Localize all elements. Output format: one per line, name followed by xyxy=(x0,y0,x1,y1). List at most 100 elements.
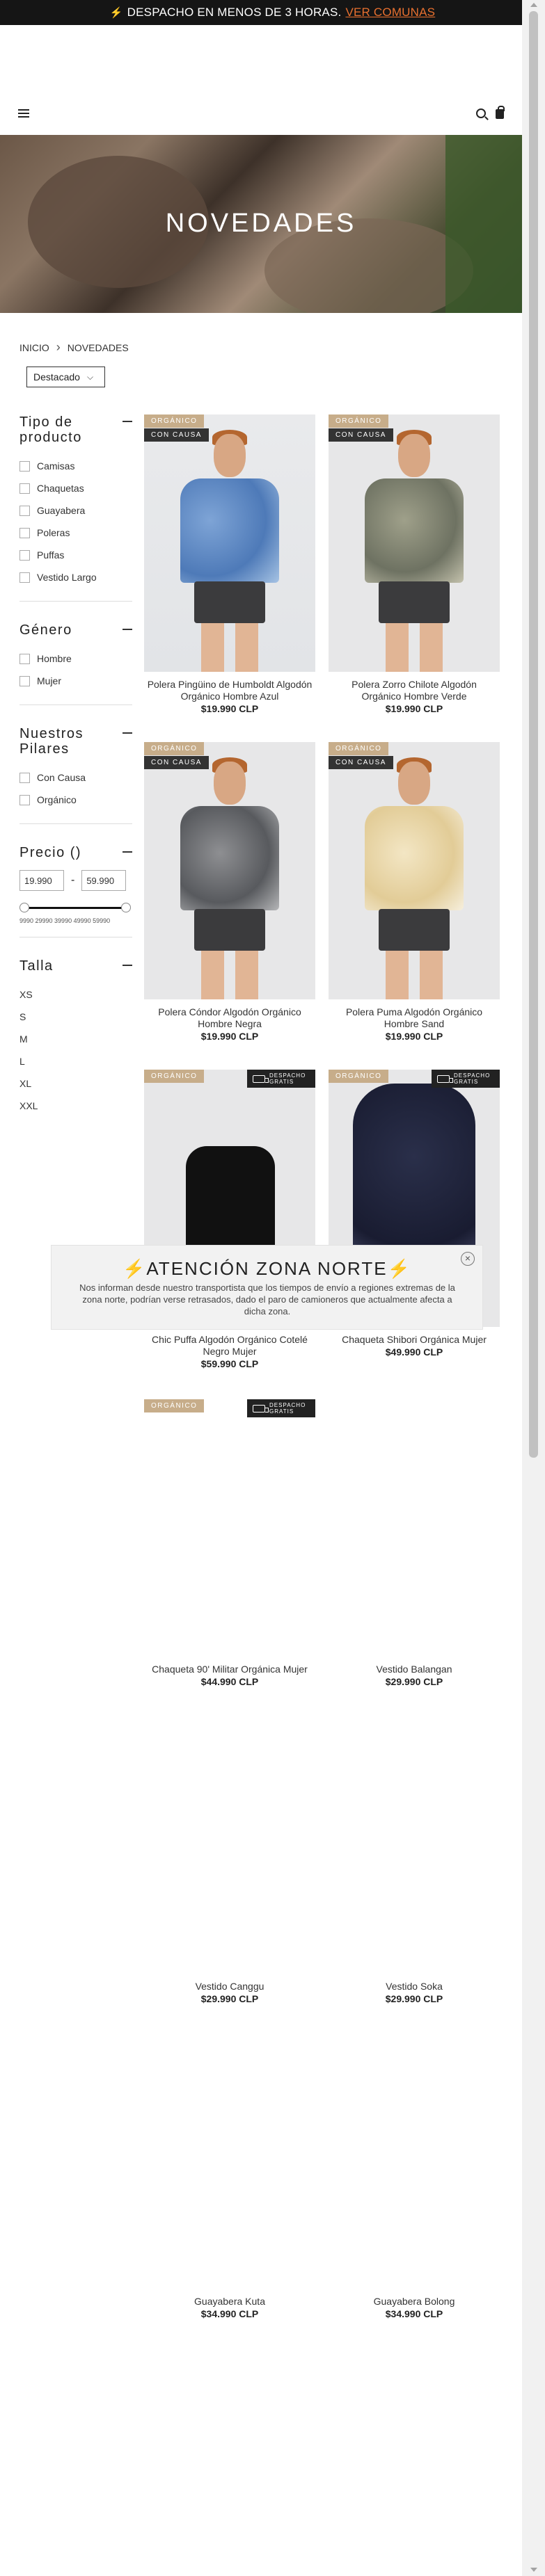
product-name[interactable]: Polera Puma Algodón Orgánico Hombre Sand xyxy=(329,1006,500,1030)
close-icon[interactable]: × xyxy=(461,1252,475,1266)
ver-comunas-link[interactable]: VER COMUNAS xyxy=(345,6,435,19)
filter-option[interactable]: Guayabera xyxy=(19,499,132,522)
product-name[interactable]: Vestido Balangan xyxy=(329,1664,500,1675)
product-name[interactable]: Chaqueta 90' Militar Orgánica Mujer xyxy=(144,1664,315,1675)
filter-option-label: Camisas xyxy=(37,460,75,472)
checkbox[interactable] xyxy=(19,653,30,664)
product-image[interactable]: ORGÁNICO CON CAUSA xyxy=(144,414,315,672)
filter-option[interactable]: Camisas xyxy=(19,455,132,477)
filter-option[interactable]: Puffas xyxy=(19,544,132,566)
price-min-input[interactable]: 19.990 xyxy=(19,870,64,891)
filter-option-label: Guayabera xyxy=(37,505,86,516)
size-option[interactable]: XL xyxy=(19,1072,132,1095)
checkbox[interactable] xyxy=(19,527,30,538)
price-slider-max-handle[interactable] xyxy=(121,903,131,912)
product-image[interactable]: ORGÁNICO CON CAUSA xyxy=(329,414,500,672)
product-card[interactable]: ORGÁNICO CON CAUSA Polera Pingüino de Hu… xyxy=(144,414,315,714)
checkbox[interactable] xyxy=(19,549,30,561)
collapse-icon[interactable] xyxy=(123,965,132,966)
filter-title[interactable]: Precio () xyxy=(19,845,81,860)
product-image[interactable]: ORGÁNICO CON CAUSA xyxy=(329,742,500,999)
collapse-icon[interactable] xyxy=(123,851,132,853)
scrollbar-thumb[interactable] xyxy=(529,11,538,1458)
filter-option[interactable]: Chaquetas xyxy=(19,477,132,499)
search-icon[interactable] xyxy=(476,108,486,118)
product-name[interactable]: Vestido Canggu xyxy=(144,1981,315,1993)
filter-option[interactable]: Poleras xyxy=(19,522,132,544)
product-card[interactable]: Vestido Balangan $29.990 CLP xyxy=(329,1399,500,1687)
product-image[interactable] xyxy=(144,1716,315,1974)
product-card[interactable]: ORGÁNICO CON CAUSA Polera Zorro Chilote … xyxy=(329,414,500,714)
product-card[interactable]: Vestido Canggu $29.990 CLP xyxy=(144,1716,315,2004)
modal-title-text: ATENCIÓN ZONA NORTE xyxy=(146,1258,388,1279)
checkbox[interactable] xyxy=(19,505,30,516)
product-name[interactable]: Polera Zorro Chilote Algodón Orgánico Ho… xyxy=(329,679,500,702)
filter-option-label: Poleras xyxy=(37,527,70,538)
product-image[interactable]: ORGÁNICO DESPACHO GRATIS xyxy=(144,1399,315,1657)
product-name[interactable]: Chic Puffa Algodón Orgánico Cotelé Negro… xyxy=(144,1334,315,1358)
bolt-icon: ⚡ xyxy=(123,1258,147,1279)
product-card[interactable]: ORGÁNICO DESPACHO GRATIS Chaqueta 90' Mil… xyxy=(144,1399,315,1687)
product-image[interactable] xyxy=(329,2031,500,2289)
organico-badge: ORGÁNICO xyxy=(144,742,205,755)
con-causa-badge: CON CAUSA xyxy=(144,756,209,769)
product-name[interactable]: Polera Pingüino de Humboldt Algodón Orgá… xyxy=(144,679,315,702)
scrollbar[interactable] xyxy=(522,0,545,2576)
size-option[interactable]: XS xyxy=(19,983,132,1006)
collapse-icon[interactable] xyxy=(123,629,132,630)
despacho-gratis-badge: DESPACHO GRATIS xyxy=(247,1399,315,1417)
product-image[interactable]: ORGÁNICO CON CAUSA xyxy=(144,742,315,999)
sort-select[interactable]: Destacado ⌵ xyxy=(26,367,105,387)
product-image[interactable] xyxy=(329,1399,500,1657)
scroll-up-icon[interactable] xyxy=(530,3,537,7)
filter-option[interactable]: Vestido Largo xyxy=(19,566,132,588)
scroll-down-icon[interactable] xyxy=(530,2568,537,2572)
product-card[interactable]: Guayabera Bolong $34.990 CLP xyxy=(329,2031,500,2319)
product-name[interactable]: Guayabera Kuta xyxy=(144,2296,315,2308)
bag-icon[interactable] xyxy=(496,106,505,119)
size-option[interactable]: L xyxy=(19,1050,132,1072)
filter-title[interactable]: Tipo de producto xyxy=(19,414,123,445)
filter-option[interactable]: Con Causa xyxy=(19,766,132,789)
notice-modal: ⚡ATENCIÓN ZONA NORTE⚡ Nos informan desde… xyxy=(51,1245,483,1330)
con-causa-badge: CON CAUSA xyxy=(329,428,393,442)
bolt-icon: ⚡ xyxy=(109,7,123,19)
product-card[interactable]: ORGÁNICO CON CAUSA Polera Puma Algodón O… xyxy=(329,742,500,1042)
filter-title[interactable]: Género xyxy=(19,622,72,638)
checkbox[interactable] xyxy=(19,460,30,472)
product-name[interactable]: Chaqueta Shibori Orgánica Mujer xyxy=(329,1334,500,1346)
price-slider-min-handle[interactable] xyxy=(19,903,29,912)
product-card[interactable]: Vestido Soka $29.990 CLP xyxy=(329,1716,500,2004)
filter-option[interactable]: Orgánico xyxy=(19,789,132,811)
price-max-input[interactable]: 59.990 xyxy=(81,870,127,891)
filter-option[interactable]: Mujer xyxy=(19,670,132,692)
product-name[interactable]: Vestido Soka xyxy=(329,1981,500,1993)
checkbox[interactable] xyxy=(19,675,30,686)
product-name[interactable]: Polera Cóndor Algodón Orgánico Hombre Ne… xyxy=(144,1006,315,1030)
filter-option[interactable]: Hombre xyxy=(19,647,132,670)
product-price: $49.990 CLP xyxy=(385,1346,443,1358)
filter-pilares: Nuestros Pilares Con Causa Orgánico xyxy=(19,726,132,824)
checkbox[interactable] xyxy=(19,483,30,494)
filter-title[interactable]: Talla xyxy=(19,958,54,974)
price-slider[interactable] xyxy=(19,902,132,913)
product-image[interactable] xyxy=(329,1716,500,1974)
breadcrumb-home[interactable]: INICIO xyxy=(19,342,49,353)
announcement-text: DESPACHO EN MENOS DE 3 HORAS. xyxy=(127,6,342,19)
size-option[interactable]: S xyxy=(19,1006,132,1028)
hamburger-icon[interactable] xyxy=(18,109,29,118)
collapse-icon[interactable] xyxy=(123,732,132,734)
hero-title: NOVEDADES xyxy=(165,209,357,238)
despacho-gratis-badge: DESPACHO GRATIS xyxy=(247,1070,315,1088)
size-option[interactable]: XXL xyxy=(19,1095,132,1117)
product-card[interactable]: ORGÁNICO CON CAUSA Polera Cóndor Algodón… xyxy=(144,742,315,1042)
size-option[interactable]: M xyxy=(19,1028,132,1050)
product-image[interactable] xyxy=(144,2031,315,2289)
checkbox[interactable] xyxy=(19,572,30,583)
product-card[interactable]: Guayabera Kuta $34.990 CLP xyxy=(144,2031,315,2319)
filter-title[interactable]: Nuestros Pilares xyxy=(19,726,123,757)
checkbox[interactable] xyxy=(19,772,30,783)
product-name[interactable]: Guayabera Bolong xyxy=(329,2296,500,2308)
collapse-icon[interactable] xyxy=(123,421,132,422)
checkbox[interactable] xyxy=(19,794,30,805)
